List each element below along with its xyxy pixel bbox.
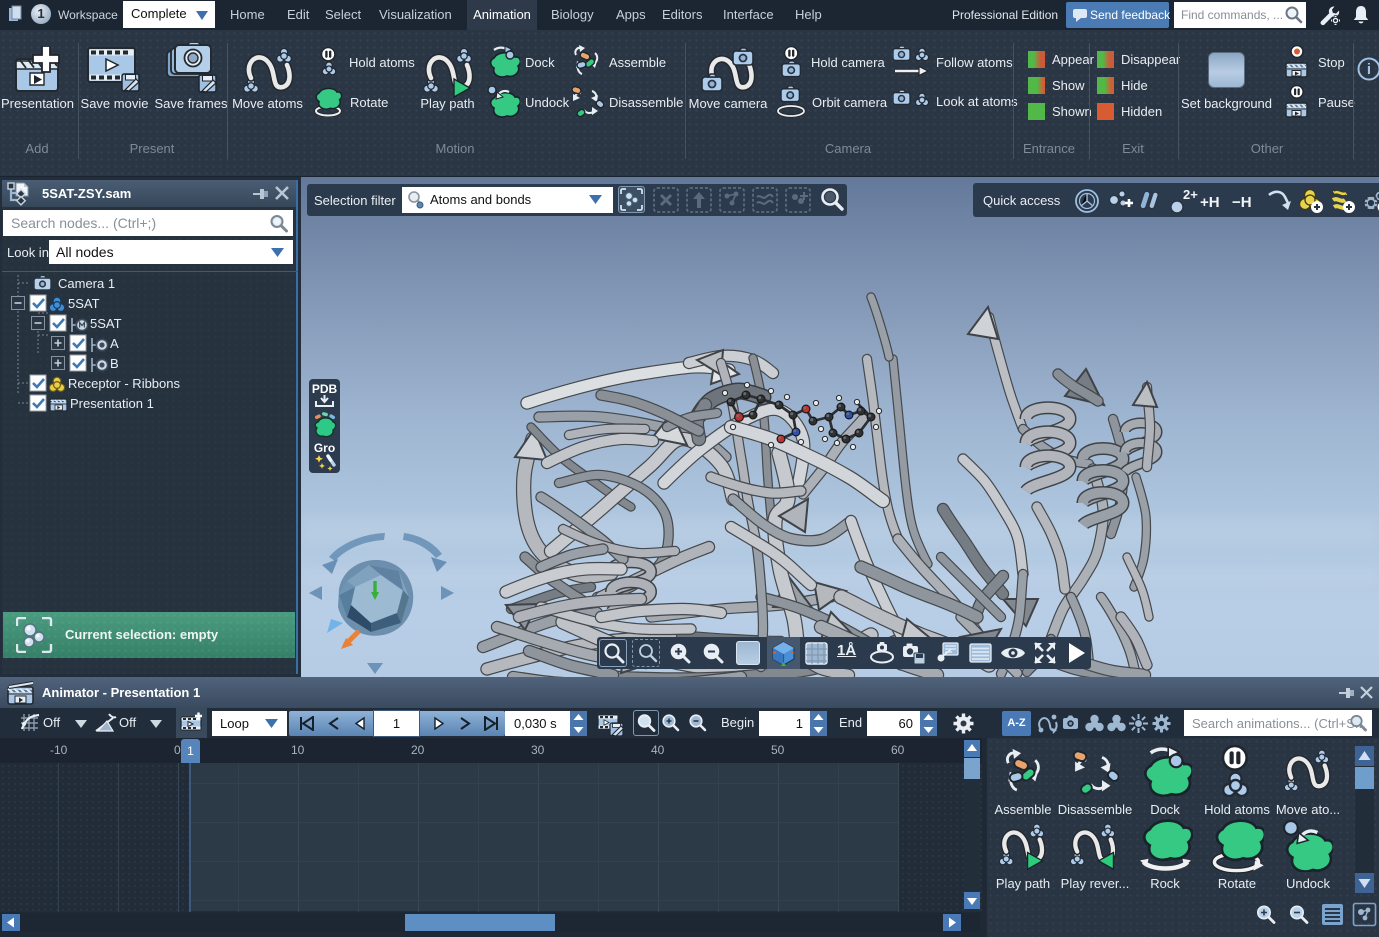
svg-text:2+: 2+ <box>1183 187 1198 202</box>
svg-text:5SAT: 5SAT <box>90 316 122 331</box>
svg-text:i: i <box>1367 61 1371 78</box>
svg-text:Camera 1: Camera 1 <box>58 276 115 291</box>
svg-text:Presentation 1: Presentation 1 <box>70 396 154 411</box>
svg-text:5SAT: 5SAT <box>68 296 100 311</box>
svg-text:Receptor - Ribbons: Receptor - Ribbons <box>68 376 180 391</box>
svg-text:A: A <box>110 336 119 351</box>
svg-text:B: B <box>110 356 119 371</box>
